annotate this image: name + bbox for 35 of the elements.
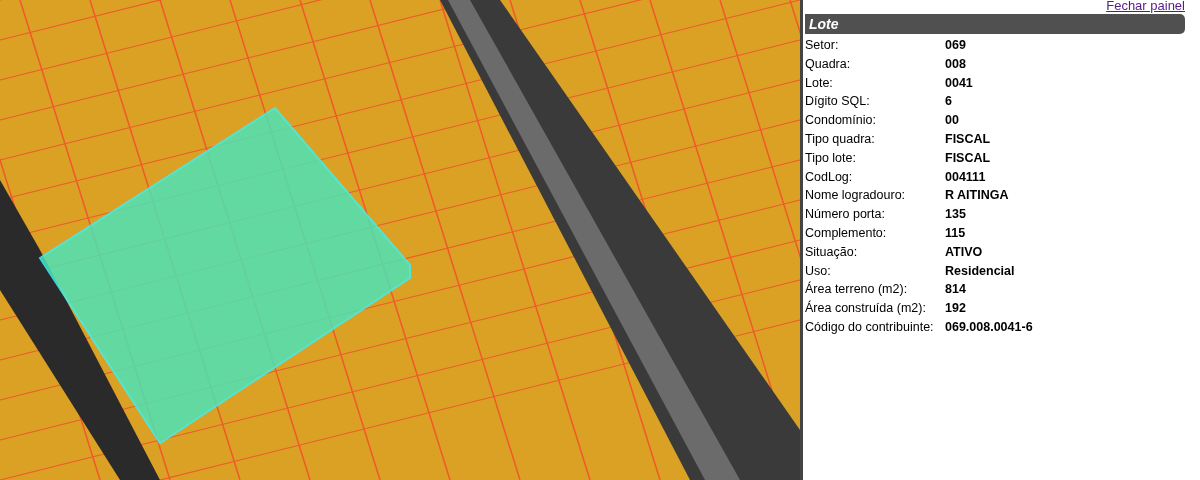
field-value: 0041 — [945, 74, 973, 92]
field-value: 135 — [945, 206, 966, 224]
field-label: Uso: — [805, 262, 832, 280]
field-label: Situação: — [805, 243, 859, 261]
field-label: Dígito SQL: — [805, 93, 871, 111]
field-label: Quadra: — [805, 55, 852, 73]
field-value: 115 — [945, 225, 966, 242]
field-label: Setor: — [805, 37, 840, 54]
field-label: Tipo lote: — [805, 149, 857, 167]
field-value: 00 — [945, 112, 959, 130]
field-value: 192 — [945, 300, 966, 318]
field-label: Número porta: — [805, 206, 886, 224]
field-value: 008 — [945, 55, 966, 73]
field-value: 814 — [945, 281, 966, 299]
field-label: Código do contribuinte: — [805, 318, 935, 336]
field-label: Nome logradouro: — [805, 187, 907, 205]
field-value: 069.008.0041-6 — [945, 318, 1033, 336]
aerial-map-drawing[interactable] — [0, 0, 800, 480]
field-label: Condomínio: — [805, 112, 877, 130]
field-label: Área terreno (m2): — [805, 280, 909, 299]
field-value: R AITINGA — [945, 187, 1009, 205]
field-label: Complemento: — [805, 225, 888, 242]
field-value: FISCAL — [945, 131, 991, 148]
field-label: CodLog: — [805, 168, 854, 186]
field-value: 6 — [945, 93, 952, 111]
field-label: Tipo quadra: — [805, 131, 876, 148]
panel-header: Lote — [805, 14, 1185, 34]
field-label: Área construída (m2): — [805, 299, 927, 318]
field-value: 004111 — [945, 168, 986, 186]
field-label: Lote: — [805, 74, 834, 92]
field-value: Residencial — [945, 262, 1015, 280]
field-value: 069 — [945, 37, 966, 54]
close-panel-link[interactable]: Fechar painel — [1106, 0, 1185, 12]
field-value: ATIVO — [945, 243, 983, 261]
field-value: FISCAL — [945, 149, 991, 167]
